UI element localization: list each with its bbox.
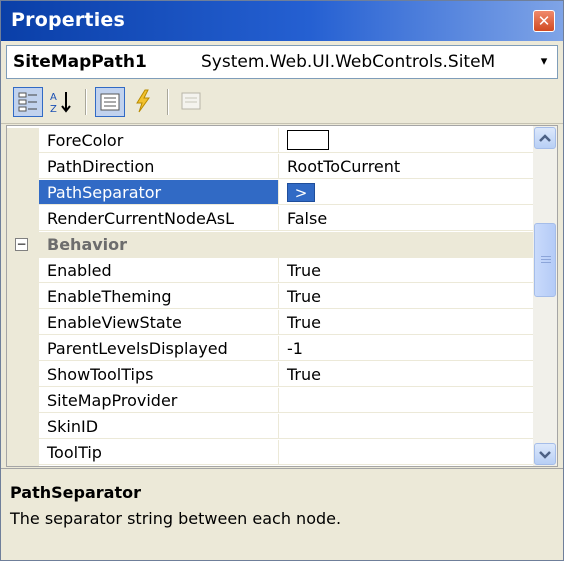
scroll-up-button[interactable]: [534, 127, 556, 149]
property-name[interactable]: ShowToolTips: [39, 362, 279, 387]
close-icon: ✕: [537, 12, 551, 30]
properties-icon: [100, 93, 120, 111]
property-pages-icon: [181, 92, 201, 110]
property-row[interactable]: EnableTheming True: [7, 284, 533, 310]
property-name[interactable]: EnableViewState: [39, 310, 279, 335]
property-name[interactable]: RenderCurrentNodeAsL: [39, 206, 279, 231]
description-text: The separator string between each node.: [10, 509, 342, 528]
property-value[interactable]: [279, 388, 533, 413]
property-value[interactable]: True: [279, 310, 533, 335]
chevron-up-icon: [539, 134, 551, 142]
property-row[interactable]: ShowToolTips True: [7, 362, 533, 388]
property-row[interactable]: SiteMapProvider: [7, 388, 533, 414]
property-value[interactable]: False: [279, 206, 533, 231]
property-value[interactable]: True: [279, 284, 533, 309]
events-button[interactable]: [129, 87, 159, 117]
property-row[interactable]: ForeColor: [7, 128, 533, 154]
row-margin: [7, 206, 39, 232]
property-value[interactable]: -1: [279, 336, 533, 361]
object-type: System.Web.UI.WebControls.SiteM: [201, 52, 496, 72]
property-name[interactable]: Enabled: [39, 258, 279, 283]
row-margin: [7, 258, 39, 284]
lightning-icon: [136, 89, 150, 113]
property-row[interactable]: Enabled True: [7, 258, 533, 284]
property-grid: ForeColor PathDirection RootToCurrent PathS…: [6, 125, 558, 467]
toolbar-separator: [85, 89, 87, 115]
description-panel: PathSeparator The separator string betwe…: [1, 468, 563, 560]
description-title: PathSeparator: [10, 483, 141, 502]
property-value[interactable]: >: [279, 180, 533, 205]
title-bar[interactable]: Properties ✕: [1, 1, 563, 41]
row-margin: [7, 128, 39, 154]
window-title: Properties: [11, 9, 125, 31]
categorized-icon: [18, 92, 37, 112]
properties-window: Properties ✕ SiteMapPath1 System.Web.UI.…: [0, 0, 564, 561]
property-value[interactable]: RootToCurrent: [279, 154, 533, 179]
property-value[interactable]: [279, 128, 533, 153]
toolbar-separator: [167, 89, 169, 115]
property-value[interactable]: True: [279, 362, 533, 387]
properties-button[interactable]: [95, 87, 125, 117]
property-name[interactable]: PathDirection: [39, 154, 279, 179]
category-label: Behavior: [47, 235, 128, 254]
property-row[interactable]: PathDirection RootToCurrent: [7, 154, 533, 180]
row-margin: [7, 336, 39, 362]
property-row[interactable]: EnableViewState True: [7, 310, 533, 336]
property-row[interactable]: PathSeparator >: [7, 180, 533, 206]
object-selector[interactable]: SiteMapPath1 System.Web.UI.WebControls.S…: [6, 45, 558, 79]
property-value[interactable]: [279, 414, 533, 439]
property-row[interactable]: SkinID: [7, 414, 533, 440]
category-row[interactable]: − Behavior: [7, 232, 533, 258]
row-margin: [7, 362, 39, 388]
property-name[interactable]: SiteMapProvider: [39, 388, 279, 413]
property-pages-button[interactable]: [177, 87, 207, 117]
row-margin: [7, 440, 39, 466]
dropdown-arrow-icon[interactable]: ▾: [531, 46, 557, 78]
svg-text:A: A: [50, 92, 57, 103]
property-name[interactable]: ForeColor: [39, 128, 279, 153]
row-margin: [7, 284, 39, 310]
alphabetical-button[interactable]: A Z: [47, 87, 77, 117]
property-value[interactable]: [279, 440, 533, 465]
property-name[interactable]: SkinID: [39, 414, 279, 439]
collapse-icon[interactable]: −: [15, 238, 28, 251]
row-margin: [7, 310, 39, 336]
property-name[interactable]: EnableTheming: [39, 284, 279, 309]
property-row[interactable]: ParentLevelsDisplayed -1: [7, 336, 533, 362]
property-name[interactable]: ToolTip: [39, 440, 279, 465]
vertical-scrollbar[interactable]: [533, 126, 557, 466]
property-name[interactable]: PathSeparator: [39, 180, 279, 205]
categorized-button[interactable]: [13, 87, 43, 117]
toolbar: A Z: [1, 83, 563, 124]
svg-text:Z: Z: [50, 104, 57, 115]
alphabetical-icon: A Z: [50, 92, 71, 115]
object-name: SiteMapPath1: [13, 52, 147, 72]
chevron-down-icon: [539, 451, 551, 459]
color-swatch: [287, 130, 329, 150]
property-value[interactable]: True: [279, 258, 533, 283]
property-row[interactable]: RenderCurrentNodeAsL False: [7, 206, 533, 232]
row-margin: [7, 180, 39, 206]
property-row[interactable]: ToolTip: [7, 440, 533, 466]
close-button[interactable]: ✕: [533, 10, 555, 32]
row-margin: [7, 414, 39, 440]
scroll-thumb[interactable]: [534, 223, 556, 297]
row-margin: [7, 388, 39, 414]
row-margin: [7, 154, 39, 180]
separator-value[interactable]: >: [287, 182, 315, 202]
scroll-down-button[interactable]: [534, 443, 556, 465]
property-name[interactable]: ParentLevelsDisplayed: [39, 336, 279, 361]
